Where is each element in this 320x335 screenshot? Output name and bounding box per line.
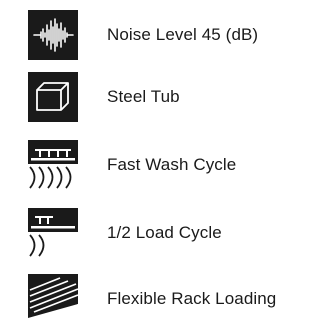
fast-wash-racks-icon — [28, 140, 78, 190]
feature-steel-tub: Steel Tub — [28, 72, 180, 122]
sound-wave-icon — [28, 10, 78, 60]
half-load-rack-icon — [28, 208, 78, 258]
feature-label: Noise Level 45 (dB) — [107, 25, 259, 44]
feature-label: 1/2 Load Cycle — [107, 223, 222, 242]
feature-label: Flexible Rack Loading — [107, 289, 277, 308]
feature-fast-wash: Fast Wash Cycle — [28, 140, 236, 190]
feature-list: Noise Level 45 (dB) Steel Tub Fast Wash … — [0, 0, 306, 335]
feature-half-load: 1/2 Load Cycle — [28, 208, 222, 258]
feature-noise-level: Noise Level 45 (dB) — [28, 10, 258, 60]
feature-label: Fast Wash Cycle — [107, 155, 237, 174]
feature-rack-loading: Flexible Rack Loading — [28, 274, 276, 324]
rack-loading-icon — [28, 274, 78, 324]
tub-box-icon — [28, 72, 78, 122]
feature-label: Steel Tub — [107, 87, 180, 106]
